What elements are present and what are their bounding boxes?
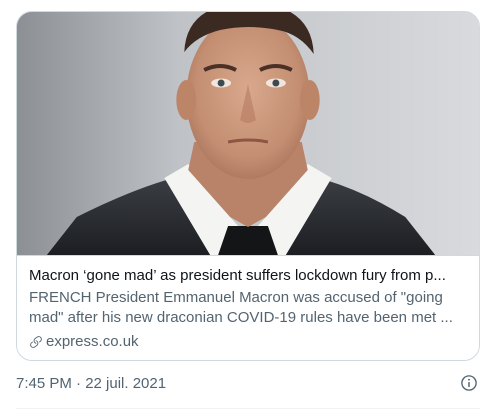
tweet-timestamp[interactable]: 7:45 PM · 22 juil. 2021 (16, 375, 166, 392)
card-domain[interactable]: express.co.uk (29, 332, 467, 352)
portrait-photo (17, 12, 479, 255)
card-description: FRENCH President Emmanuel Macron was acc… (29, 289, 453, 326)
link-preview-card[interactable]: Macron ‘gone mad’ as president suffers l… (16, 11, 480, 361)
card-title[interactable]: Macron ‘gone mad’ as president suffers l… (29, 266, 467, 286)
card-image[interactable] (17, 12, 479, 256)
tweet-detail: Macron ‘gone mad’ as president suffers l… (0, 0, 485, 415)
tweet-meta-row: 7:45 PM · 22 juil. 2021 (16, 373, 480, 393)
card-body: Macron ‘gone mad’ as president suffers l… (17, 256, 479, 352)
link-icon (29, 335, 43, 349)
divider (16, 408, 480, 409)
info-icon[interactable] (460, 374, 478, 392)
card-domain-text: express.co.uk (46, 333, 139, 350)
